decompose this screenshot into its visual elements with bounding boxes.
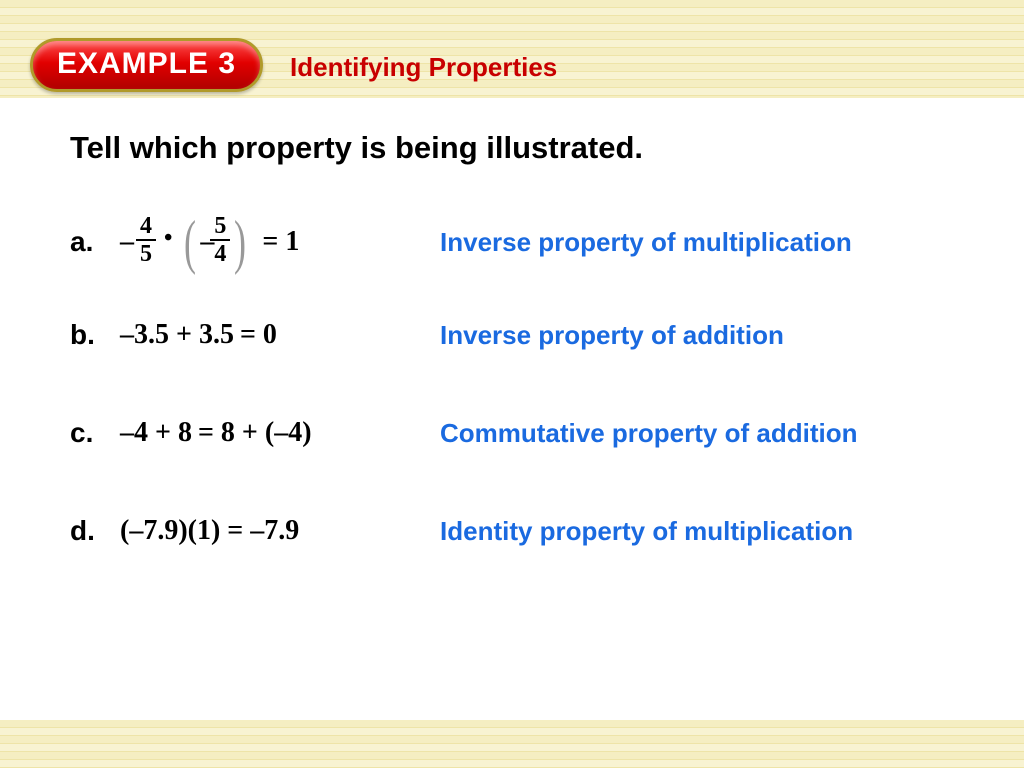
left-paren-icon: ( [184,218,196,266]
item-letter: a. [70,226,120,258]
item-answer: Inverse property of multiplication [440,227,954,258]
item-equation: – 4 5 • ( – 5 4 ) = 1 [120,216,440,268]
right-paren-icon: ) [234,218,246,266]
denominator: 4 [210,241,230,266]
equation-rhs: = 0 [240,319,277,351]
numerator: 4 [136,214,156,241]
content-area: Tell which property is being illustrated… [0,130,1024,604]
item-equation: –3.5 + 3.5 = 0 [120,319,440,351]
item-d: d. (–7.9)(1) = –7.9 Identity property of… [70,506,954,556]
equation-full: (–7.9)(1) = –7.9 [120,515,299,547]
equation-lhs: –4 + 8 [120,417,192,449]
equation-lhs: –3.5 + 3.5 [120,319,234,351]
item-c: c. –4 + 8 = 8 + (–4) Commutative propert… [70,408,954,458]
multiply-dot-icon: • [162,225,174,252]
fraction-2: 5 4 [210,214,230,266]
item-a: a. – 4 5 • ( – 5 4 ) = 1 Inverse propert… [70,216,954,268]
item-letter: c. [70,417,120,449]
item-equation: –4 + 8 = 8 + (–4) [120,417,440,449]
page-title: Identifying Properties [290,52,557,83]
negative-sign: – [120,226,134,258]
footer-band [0,720,1024,768]
item-answer: Commutative property of addition [440,418,954,449]
item-answer: Identity property of multiplication [440,516,954,547]
paren-group: ( – 5 4 ) [180,216,250,268]
item-answer: Inverse property of addition [440,320,954,351]
question-text: Tell which property is being illustrated… [70,130,954,166]
equals-rhs: = 1 [262,226,299,258]
fraction-1: 4 5 [136,214,156,266]
equation-rhs: = 8 + (–4) [198,417,312,449]
example-pill: EXAMPLE 3 [30,38,263,92]
item-letter: b. [70,319,120,351]
item-b: b. –3.5 + 3.5 = 0 Inverse property of ad… [70,310,954,360]
numerator: 5 [210,214,230,241]
item-letter: d. [70,515,120,547]
denominator: 5 [136,241,156,266]
item-equation: (–7.9)(1) = –7.9 [120,515,440,547]
